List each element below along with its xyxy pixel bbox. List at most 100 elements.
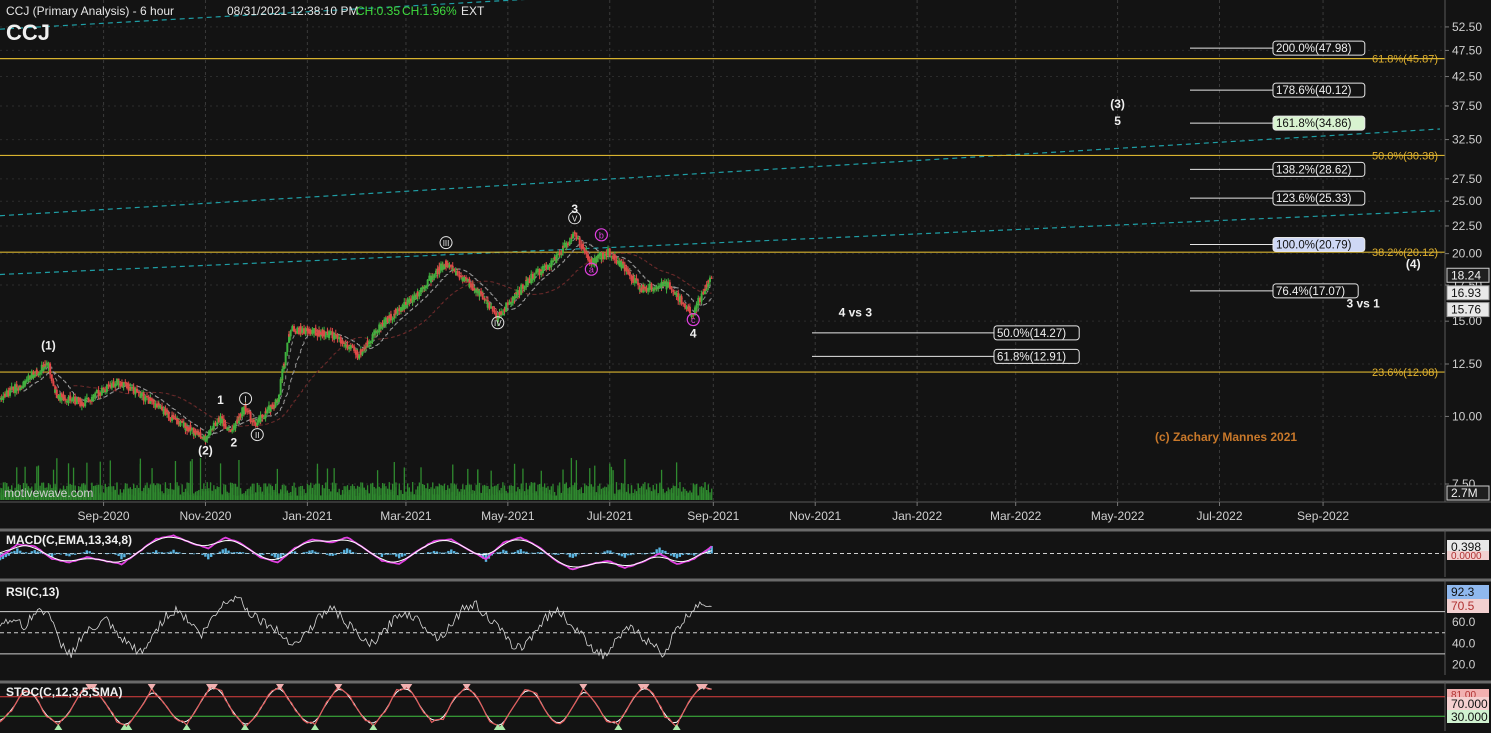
candle-body — [710, 277, 713, 279]
volume-bar — [390, 489, 392, 500]
macd-histogram-bar — [418, 552, 421, 554]
candle-body — [404, 304, 407, 307]
candle-body — [252, 419, 255, 423]
macd-histogram-bar — [539, 552, 543, 554]
x-tick-label: Sep-2020 — [78, 509, 130, 523]
macd-histogram-bar — [117, 553, 120, 557]
macd-histogram-bar — [455, 552, 459, 554]
candle-body — [531, 279, 534, 281]
macd-histogram-bar — [155, 550, 158, 554]
volume-bar — [146, 493, 148, 500]
volume-bar — [650, 491, 653, 500]
candle-body — [256, 422, 259, 427]
rsi-marker: 70.5 — [1451, 599, 1475, 613]
macd-histogram-bar — [238, 551, 242, 554]
volume-bar — [136, 489, 138, 500]
volume-bar — [291, 495, 294, 500]
candle-body — [391, 318, 394, 320]
volume-bar — [629, 495, 631, 500]
candle-body — [29, 378, 32, 380]
candle-body — [289, 330, 292, 333]
macd-histogram-bar — [383, 553, 386, 555]
volume-bar — [595, 492, 598, 500]
volume-bar — [251, 494, 253, 500]
volume-bar — [126, 488, 128, 500]
macd-histogram-bar — [71, 553, 74, 555]
macd-histogram-bar — [398, 553, 401, 559]
volume-bar — [549, 489, 551, 500]
macd-histogram-bar — [53, 553, 57, 555]
macd-histogram-bar — [502, 549, 505, 554]
volume-bar — [423, 484, 426, 500]
macd-histogram-bar — [519, 549, 522, 554]
macd-histogram-bar — [577, 553, 580, 555]
volume-bar — [353, 486, 355, 500]
macd-histogram-bar — [493, 553, 496, 555]
volume-bar — [118, 494, 120, 500]
macd-histogram-bar — [690, 553, 693, 555]
y-tick-label: 27.50 — [1452, 172, 1482, 186]
candle-body — [42, 368, 45, 371]
volume-bar — [655, 483, 658, 500]
candle-body — [50, 376, 53, 382]
x-tick-label: Jan-2021 — [282, 509, 332, 523]
volume-bar — [518, 490, 521, 500]
volume-bar — [303, 495, 305, 500]
macd-histogram-bar — [374, 553, 378, 555]
y-tick-label: 32.50 — [1452, 133, 1482, 147]
price-label: 15.76 — [1451, 303, 1481, 317]
volume-bar — [271, 487, 273, 500]
macd-histogram-bar — [345, 548, 349, 554]
volume-bar — [321, 487, 324, 500]
volume-bar — [610, 466, 613, 500]
macd-histogram-bar — [649, 552, 653, 554]
volume-bar — [403, 485, 405, 500]
volume-bar — [493, 485, 496, 500]
candle-body — [493, 310, 496, 313]
volume-bar — [316, 468, 319, 500]
macd-histogram-bar — [557, 553, 560, 555]
wave-label: I — [244, 395, 246, 404]
candle-body — [460, 275, 463, 278]
volume-bar — [216, 486, 218, 500]
macd-histogram-bar — [85, 550, 88, 554]
retrace-level-label: 50.0%(14.27) — [997, 328, 1066, 340]
candle-body — [568, 241, 571, 243]
volume-bar — [572, 485, 574, 500]
volume-bar — [480, 493, 482, 500]
volume-bar — [532, 493, 534, 500]
volume-bar — [520, 483, 522, 500]
wave-label: 3 vs 1 — [1346, 297, 1380, 311]
macd-histogram-bar — [201, 553, 204, 556]
volume-bar — [674, 486, 676, 500]
volume-bar — [540, 470, 542, 500]
macd-histogram-bar — [325, 553, 329, 555]
volume-bar — [607, 484, 609, 500]
macd-histogram-bar — [128, 553, 132, 555]
candle-body — [216, 422, 219, 426]
volume-bar — [528, 486, 531, 500]
volume-bar — [335, 483, 337, 500]
candle-body — [369, 341, 372, 344]
macd-histogram-bar — [612, 552, 615, 554]
volume-bar — [435, 486, 437, 500]
macd-histogram-bar — [641, 553, 644, 555]
volume-bar — [176, 482, 178, 500]
retrace-level-label: 61.8%(12.91) — [997, 351, 1066, 363]
volume-bar — [308, 485, 310, 500]
volume-bar — [381, 485, 384, 500]
volume-bar — [229, 482, 232, 500]
volume-bar — [208, 488, 210, 500]
watermark: motivewave.com — [4, 486, 93, 500]
volume-bar — [174, 460, 177, 500]
macd-histogram-bar — [380, 553, 384, 558]
y-tick-label: 25.00 — [1452, 194, 1482, 208]
volume-bar — [310, 482, 312, 500]
macd-histogram-bar — [661, 550, 664, 554]
projection-level-label: 178.6%(40.12) — [1276, 85, 1352, 97]
macd-histogram-bar — [149, 552, 152, 554]
volume-bar — [490, 485, 492, 500]
macd-histogram-bar — [224, 548, 227, 554]
candle-body — [453, 270, 456, 272]
volume-bar — [430, 489, 432, 500]
